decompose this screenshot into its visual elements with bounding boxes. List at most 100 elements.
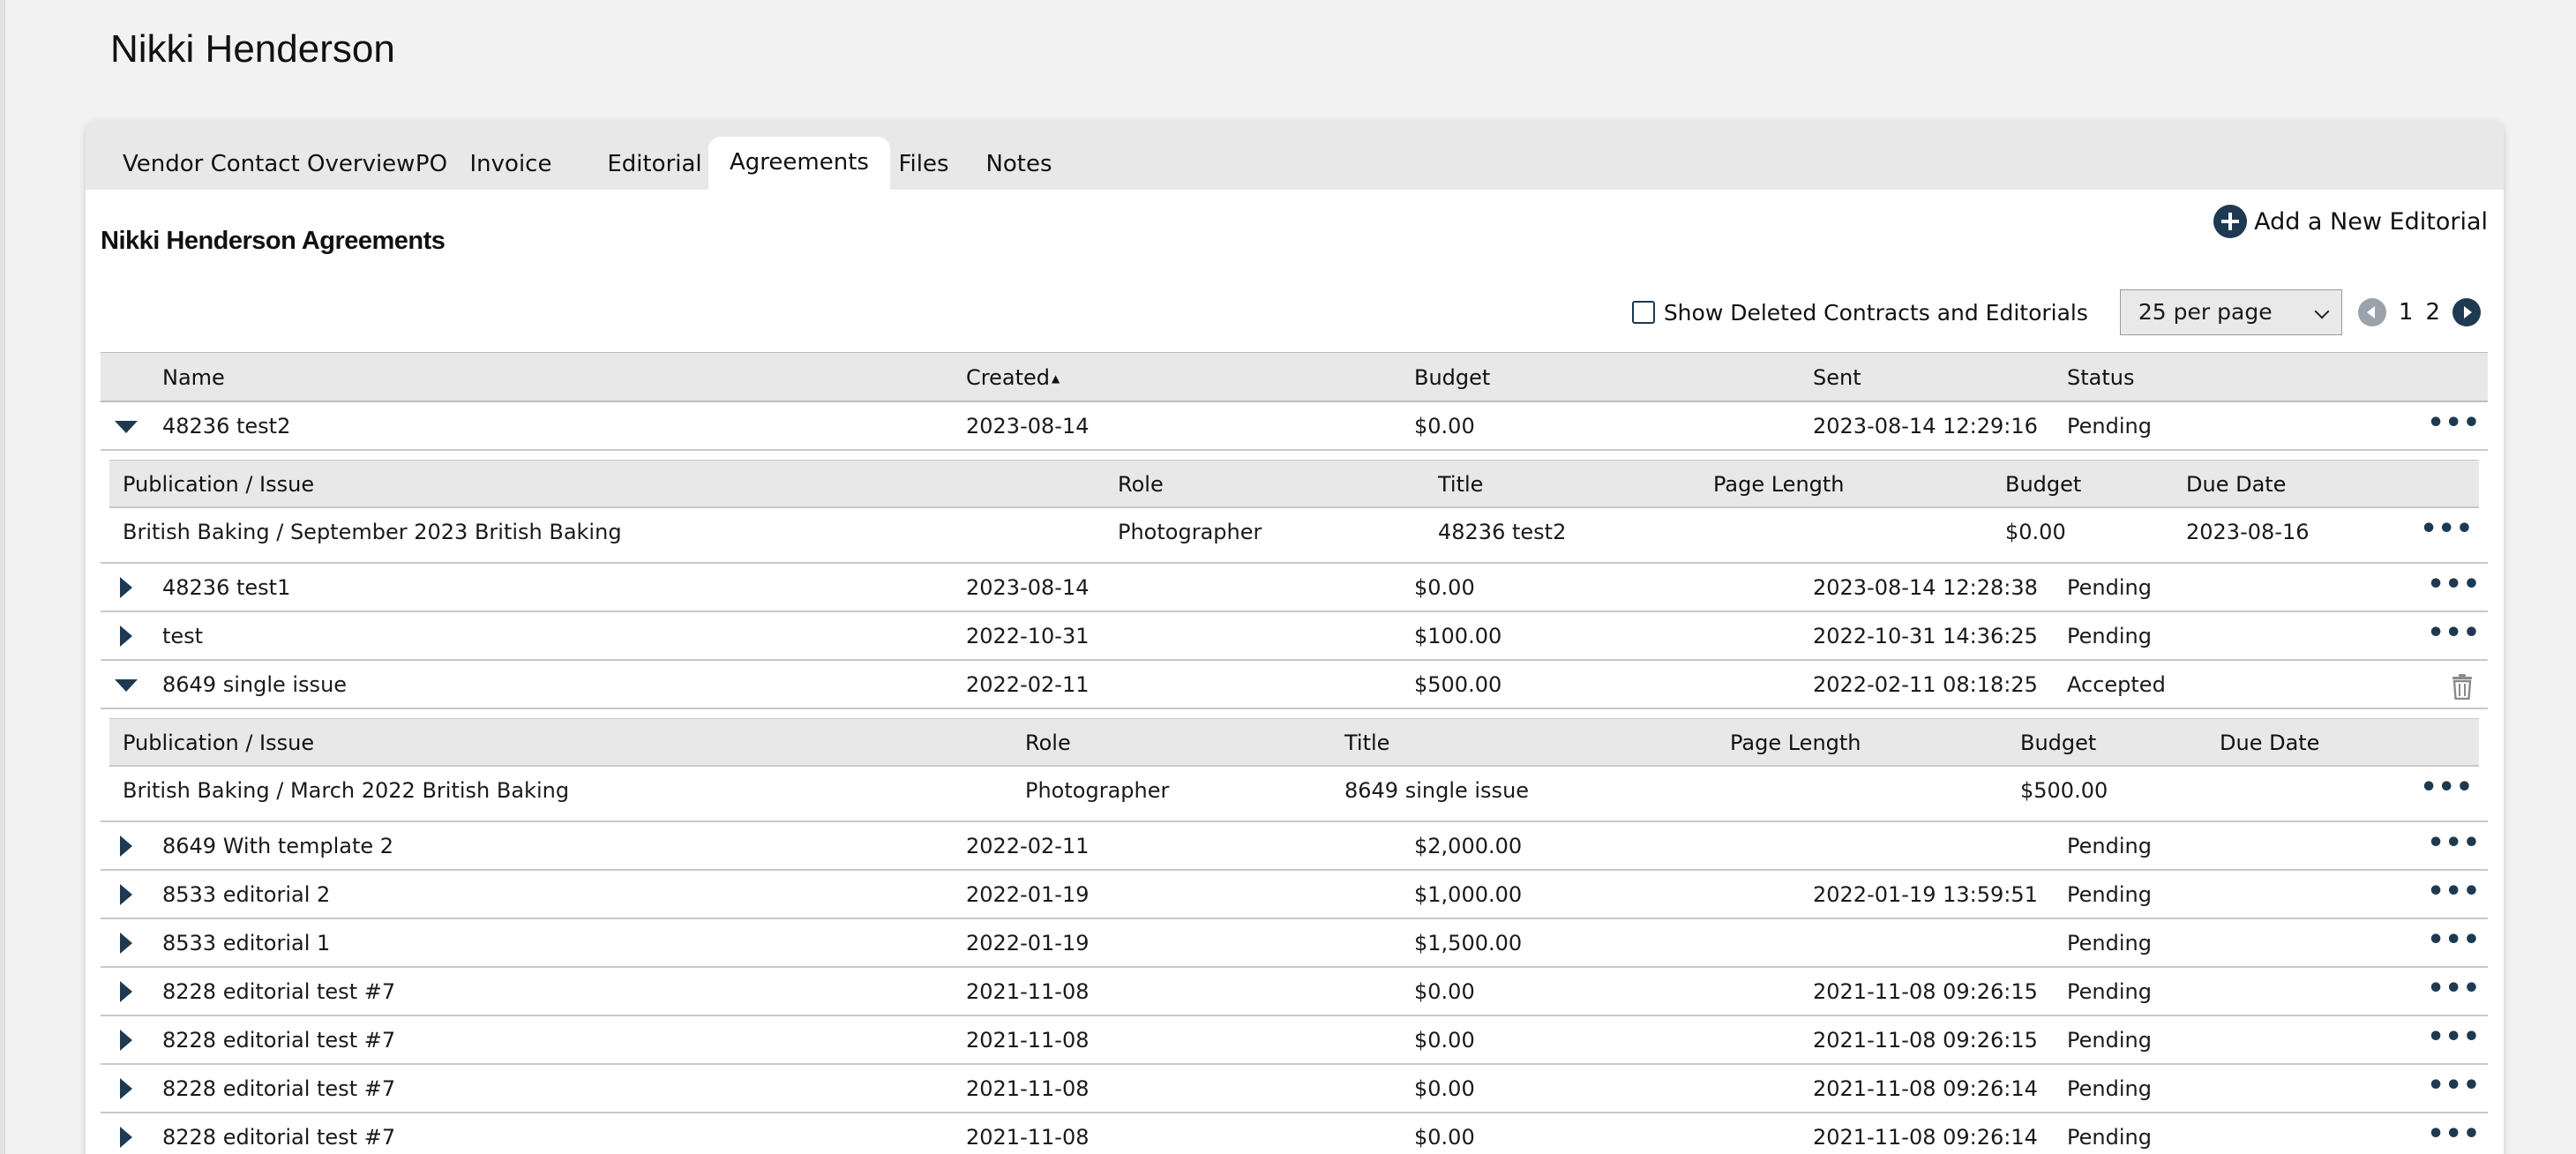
next-page-icon[interactable] <box>2452 298 2481 326</box>
more-options-icon[interactable]: ••• <box>2427 1065 2481 1113</box>
row-sent: 2022-02-11 08:18:25 <box>1813 672 2038 697</box>
add-editorial-label: Add a New Editorial <box>2254 207 2488 236</box>
tab-editorial[interactable]: Editorial <box>606 139 703 190</box>
table-row[interactable]: test 2022-10-31 $100.00 2022-10-31 14:36… <box>101 612 2488 661</box>
show-deleted-toggle[interactable]: Show Deleted Contracts and Editorials <box>1631 300 2088 326</box>
more-options-icon[interactable]: ••• <box>2427 1016 2481 1065</box>
table-row[interactable]: 48236 test1 2023-08-14 $0.00 2023-08-14 … <box>101 564 2488 612</box>
column-name-header[interactable]: Name <box>162 353 225 402</box>
column-created-header[interactable]: Created ▲ <box>966 353 1060 403</box>
column-title-header: Title <box>1344 731 1390 755</box>
tab-vendor-contact-overview[interactable]: Vendor Contact Overview <box>123 139 415 190</box>
detail-due-date: 2023-08-16 <box>2186 520 2310 544</box>
tab-files[interactable]: Files <box>888 139 959 190</box>
tab-po[interactable]: PO <box>408 139 454 190</box>
details-header: Publication / Issue Role Title Page Leng… <box>109 460 2479 508</box>
more-options-icon[interactable]: ••• <box>2427 871 2481 919</box>
row-created: 2021-11-08 <box>966 979 1090 1004</box>
table-row[interactable]: 48236 test2 2023-08-14 $0.00 2023-08-14 … <box>101 402 2488 451</box>
row-created: 2022-01-19 <box>966 882 1090 907</box>
expand-row-icon[interactable] <box>109 612 136 661</box>
add-editorial-button[interactable]: Add a New Editorial <box>2213 202 2488 241</box>
expand-row-icon[interactable] <box>109 871 136 919</box>
show-deleted-checkbox[interactable] <box>1631 301 1655 324</box>
collapse-row-icon[interactable] <box>109 402 138 451</box>
table-row[interactable]: 8228 editorial test #7 2021-11-08 $0.00 … <box>101 1113 2488 1154</box>
expand-row-icon[interactable] <box>109 1113 136 1154</box>
more-options-icon[interactable]: ••• <box>2427 402 2481 451</box>
agreements-table: Name Created ▲ Budget Sent Status 48236 t… <box>101 352 2488 1154</box>
more-options-icon[interactable]: ••• <box>2427 822 2481 871</box>
expand-row-icon[interactable] <box>109 822 136 871</box>
per-page-value: 25 per page <box>2138 299 2273 325</box>
row-budget: $0.00 <box>1414 979 1475 1004</box>
more-options-icon[interactable]: ••• <box>2427 612 2481 661</box>
plus-circle-icon <box>2213 205 2248 238</box>
collapse-row-icon[interactable] <box>109 661 138 709</box>
row-name: 8533 editorial 1 <box>162 931 331 955</box>
table-controls: Show Deleted Contracts and Editorials 25… <box>1631 288 2481 336</box>
more-options-icon[interactable]: ••• <box>2427 968 2481 1016</box>
more-options-icon[interactable]: ••• <box>2420 767 2474 815</box>
row-budget: $0.00 <box>1414 575 1475 600</box>
row-name: 48236 test2 <box>162 414 291 438</box>
row-details: Publication / Issue Role Title Page Leng… <box>101 709 2488 822</box>
expand-row-icon[interactable] <box>109 1065 136 1113</box>
column-title-header: Title <box>1438 472 1484 497</box>
trash-icon[interactable] <box>2451 673 2474 700</box>
row-sent: 2021-11-08 09:26:15 <box>1813 1028 2038 1053</box>
per-page-select[interactable]: 25 per page <box>2119 289 2342 335</box>
row-budget: $1,000.00 <box>1414 882 1523 907</box>
row-sent: 2022-10-31 14:36:25 <box>1813 624 2038 648</box>
tab-bar: Vendor Contact Overview PO Invoice Edito… <box>86 121 2504 190</box>
row-created: 2023-08-14 <box>966 575 1090 600</box>
column-publication-header: Publication / Issue <box>123 472 315 497</box>
table-row[interactable]: 8649 single issue 2022-02-11 $500.00 202… <box>101 661 2488 709</box>
table-row[interactable]: 8228 editorial test #7 2021-11-08 $0.00 … <box>101 1065 2488 1113</box>
detail-title: 48236 test2 <box>1438 520 1567 544</box>
row-created: 2022-02-11 <box>966 834 1090 858</box>
previous-page-icon[interactable] <box>2357 298 2386 326</box>
more-options-icon[interactable]: ••• <box>2420 508 2474 557</box>
tab-notes[interactable]: Notes <box>977 139 1061 190</box>
table-row[interactable]: 8533 editorial 1 2022-01-19 $1,500.00 Pe… <box>101 919 2488 968</box>
table-row[interactable]: 8533 editorial 2 2022-01-19 $1,000.00 20… <box>101 871 2488 919</box>
row-details: Publication / Issue Role Title Page Leng… <box>101 451 2488 564</box>
row-status: Pending <box>2067 1076 2152 1101</box>
expand-row-icon[interactable] <box>109 564 136 612</box>
column-budget-header[interactable]: Budget <box>1414 353 1490 402</box>
row-name: 8228 editorial test #7 <box>162 979 396 1004</box>
more-options-icon[interactable]: ••• <box>2427 919 2481 968</box>
row-budget: $500.00 <box>1414 672 1502 697</box>
table-row[interactable]: 8228 editorial test #7 2021-11-08 $0.00 … <box>101 1016 2488 1065</box>
row-budget: $0.00 <box>1414 1125 1475 1150</box>
expand-row-icon[interactable] <box>109 919 136 968</box>
column-status-header[interactable]: Status <box>2067 353 2134 402</box>
tab-invoice[interactable]: Invoice <box>465 139 557 190</box>
column-detail-budget-header: Budget <box>2005 472 2082 497</box>
page-title: Nikki Henderson <box>110 27 395 71</box>
column-due-date-header: Due Date <box>2220 731 2320 755</box>
page-2-link[interactable]: 2 <box>2425 299 2440 326</box>
detail-row: British Baking / March 2022 British Baki… <box>109 767 2479 815</box>
table-row[interactable]: 8649 With template 2 2022-02-11 $2,000.0… <box>101 822 2488 871</box>
tab-agreements[interactable]: Agreements <box>708 137 890 190</box>
row-sent: 2023-08-14 12:28:38 <box>1813 575 2038 600</box>
page-1-link[interactable]: 1 <box>2399 299 2414 326</box>
row-sent: 2023-08-14 12:29:16 <box>1813 414 2038 438</box>
column-publication-header: Publication / Issue <box>123 731 315 755</box>
detail-role: Photographer <box>1118 520 1262 544</box>
row-created: 2022-02-11 <box>966 672 1090 697</box>
column-role-header: Role <box>1025 731 1071 755</box>
column-sent-header[interactable]: Sent <box>1813 353 1861 402</box>
row-budget: $0.00 <box>1414 414 1475 438</box>
chevron-down-icon <box>2314 303 2330 319</box>
table-row[interactable]: 8228 editorial test #7 2021-11-08 $0.00 … <box>101 968 2488 1016</box>
expand-row-icon[interactable] <box>109 1016 136 1065</box>
more-options-icon[interactable]: ••• <box>2427 1113 2481 1154</box>
row-budget: $0.00 <box>1414 1076 1475 1101</box>
more-options-icon[interactable]: ••• <box>2427 564 2481 612</box>
detail-publication: British Baking / September 2023 British … <box>123 520 622 544</box>
expand-row-icon[interactable] <box>109 968 136 1016</box>
row-created: 2021-11-08 <box>966 1076 1090 1101</box>
